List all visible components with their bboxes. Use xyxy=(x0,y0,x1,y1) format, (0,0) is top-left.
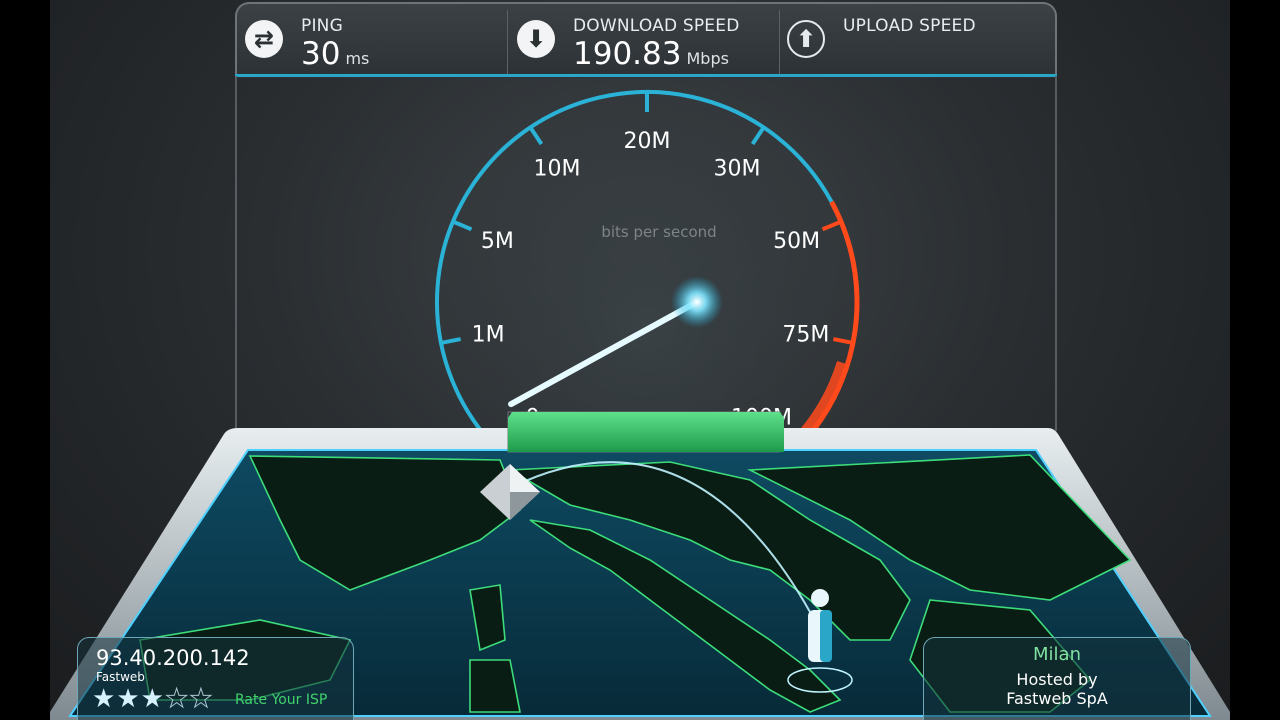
rating-star-icon[interactable]: ★ xyxy=(164,684,189,715)
speedtest-window: ⇄ PING 30 ms ⬇ DOWNLOAD SPEED 190.83 Mbps … xyxy=(50,0,1230,720)
rating-star-icon[interactable]: ★ xyxy=(141,684,165,714)
server-city[interactable]: Milan xyxy=(924,644,1190,665)
server-host-name: Fastweb SpA xyxy=(1006,689,1108,708)
rating-star-icon[interactable]: ★ xyxy=(189,684,213,715)
progress-fill xyxy=(508,412,784,452)
hosted-by-label: Hosted by xyxy=(1016,670,1098,689)
rating-star-icon[interactable]: ★ xyxy=(116,684,140,714)
rating-star-icon[interactable]: ★ xyxy=(92,684,116,714)
client-info-panel: 93.40.200.142 Fastweb ★★★★★ Rate Your IS… xyxy=(77,637,354,720)
map-stage xyxy=(50,411,1230,720)
server-info-panel: Milan Hosted by Fastweb SpA xyxy=(923,637,1191,720)
rate-isp-link[interactable]: Rate Your ISP xyxy=(235,692,327,708)
client-ip: 93.40.200.142 xyxy=(96,646,250,670)
client-isp: Fastweb xyxy=(96,670,145,684)
isp-rating[interactable]: ★★★★★ xyxy=(92,684,214,715)
